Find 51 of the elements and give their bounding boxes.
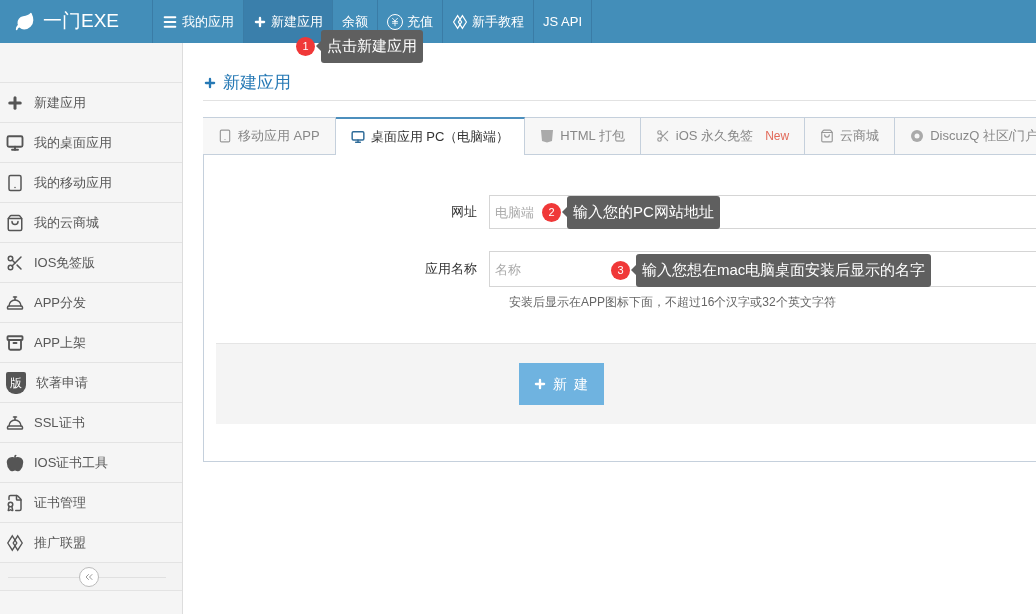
tablet-icon [6,173,24,192]
sidebar-item[interactable]: IOS证书工具 [0,443,182,483]
nav-item[interactable]: 新建应用 [243,0,332,43]
bag-icon [820,129,835,143]
sidebar-item[interactable]: 我的移动应用 [0,163,182,203]
sidebar-item[interactable]: 版 软著申请 [0,363,182,403]
bag-icon [6,213,24,232]
box-icon [6,333,24,352]
sidebar-item[interactable]: SSL证书 [0,403,182,443]
step-number-badge: 2 [542,202,561,222]
new-label: New [765,128,790,145]
field-label: 网址 [449,203,477,222]
bell-icon [6,293,24,312]
diamonds-icon [6,533,24,552]
plus-icon [203,76,217,90]
tab[interactable]: iOS 永久免签 New [640,117,806,155]
sidebar-item[interactable]: APP分发 [0,283,182,323]
sidebar-item[interactable]: IOS免签版 [0,243,182,283]
guide-tooltip: 输入您的PC网站地址 [567,196,720,229]
monitor-icon [350,130,365,144]
apple-icon [6,453,24,472]
plus-icon [253,14,267,29]
guide-tooltip: 点击新建应用 [321,30,423,63]
diamonds-icon [452,13,468,30]
scissors-icon [655,129,670,143]
sidebar-item[interactable]: 我的云商城 [0,203,182,243]
sidebar-item[interactable]: 我的桌面应用 [0,123,182,163]
guide-tooltip: 输入您想在mac电脑桌面安装后显示的名字 [636,254,932,287]
collapse-button[interactable] [79,566,99,587]
plus-icon [6,93,24,112]
page-title: 新建应用 [223,72,291,95]
brand-name: 一门EXE [43,9,120,34]
sidebar-item[interactable]: APP上架 [0,323,182,363]
tab[interactable]: 桌面应用 PC（电脑端） [335,117,526,155]
monitor-icon [6,133,24,152]
bell-icon [6,413,24,432]
tablet-icon [218,129,232,143]
sidebar-item[interactable]: 新建应用 [0,83,182,123]
field-label: 应用名称 [423,260,477,279]
leaf-logo-icon [15,11,35,32]
sidebar-item[interactable]: 证书管理 [0,483,182,523]
shield-icon [540,129,555,143]
shield-icon: 版 [6,371,26,394]
certificate-icon [6,493,24,512]
menu-icon [162,13,178,30]
field-hint: 安装后显示在APP图标下面，不超过16个汉字或32个英文字符 [509,294,837,311]
step-number-badge: 3 [611,260,630,280]
tab[interactable]: HTML 打包 [525,117,641,155]
plus-icon [532,377,547,391]
tab[interactable]: 云商城 [805,117,896,155]
scissors-icon [6,253,24,272]
